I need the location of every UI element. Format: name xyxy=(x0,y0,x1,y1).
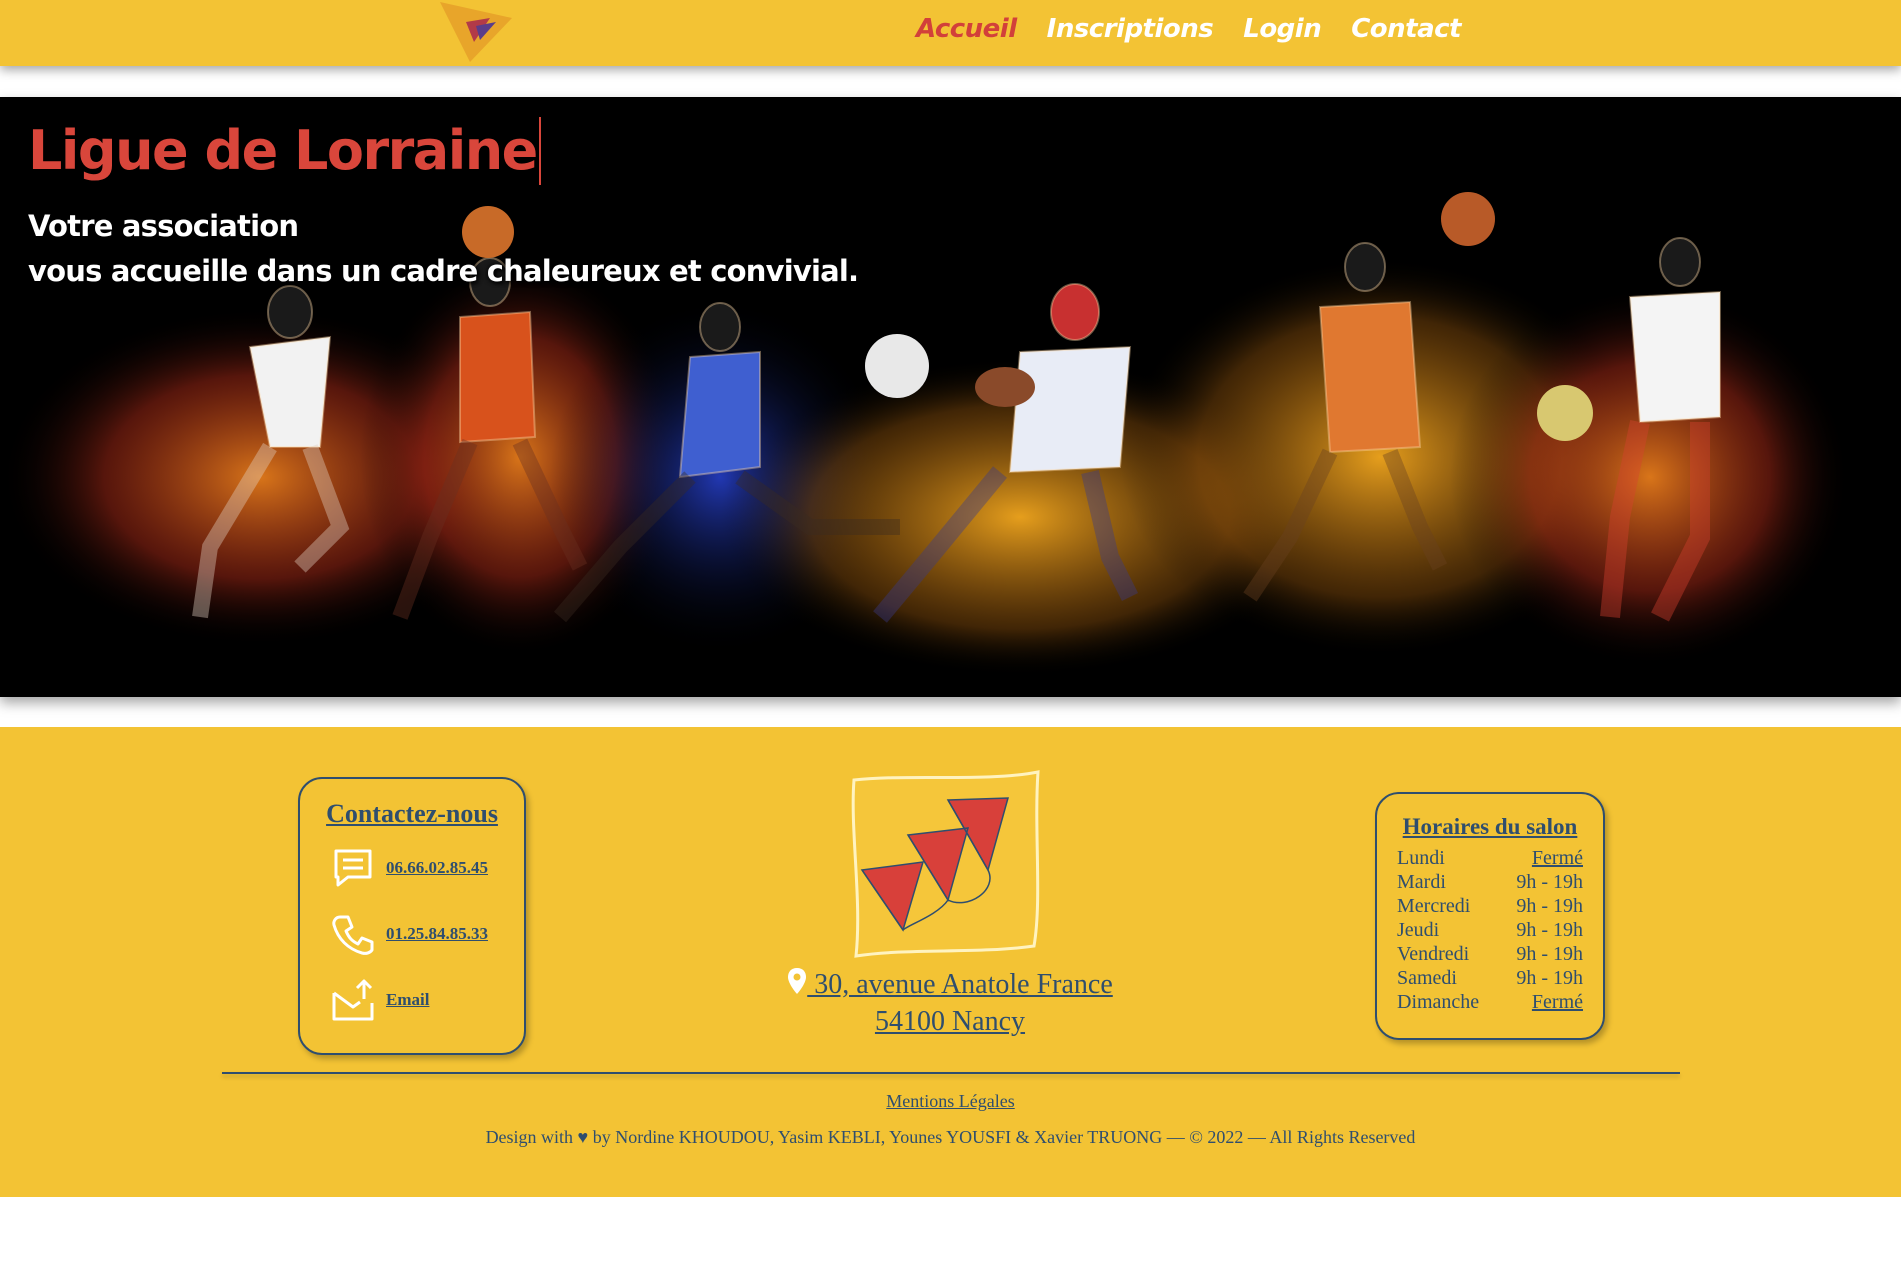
hero-title: Ligue de Lorraine xyxy=(28,117,541,185)
phone-icon xyxy=(332,915,374,955)
phone-landline-link[interactable]: 01.25.84.85.33 xyxy=(386,924,488,944)
address-line2[interactable]: 54100 Nancy xyxy=(650,1006,1250,1038)
nav-login[interactable]: Login xyxy=(1243,14,1321,44)
message-icon xyxy=(334,849,372,887)
email-send-icon xyxy=(332,979,374,1021)
footer-credits: Design with ♥ by Nordine KHOUDOU, Yasim … xyxy=(485,1127,1416,1147)
table-row: Vendredi 9h - 19h xyxy=(1397,942,1583,966)
contact-row-mobile: 06.66.02.85.45 xyxy=(330,845,488,891)
day-cell: Jeudi xyxy=(1397,919,1440,941)
table-row: Mardi 9h - 19h xyxy=(1397,870,1583,894)
time-cell: Fermé xyxy=(1531,991,1583,1013)
location-pin-icon xyxy=(788,968,807,994)
time-cell: 9h - 19h xyxy=(1516,967,1583,989)
time-cell: Fermé xyxy=(1531,847,1583,869)
contact-row-email: Email xyxy=(330,977,429,1023)
hero-subtitle-line1: Votre association xyxy=(28,209,299,243)
table-row: Dimanche Fermé xyxy=(1397,990,1583,1014)
time-cell: 9h - 19h xyxy=(1516,871,1583,893)
table-row: Lundi Fermé xyxy=(1397,846,1583,870)
email-link[interactable]: Email xyxy=(386,990,429,1010)
hours-title: Horaires du salon xyxy=(1402,814,1578,839)
table-row: Mercredi 9h - 19h xyxy=(1397,894,1583,918)
day-cell: Vendredi xyxy=(1397,943,1470,965)
contact-row-landline: 01.25.84.85.33 xyxy=(330,911,488,957)
hero-background-image xyxy=(0,97,1901,697)
day-cell: Samedi xyxy=(1397,967,1457,989)
time-cell: 9h - 19h xyxy=(1516,895,1583,917)
league-logo xyxy=(851,770,1040,958)
top-navbar: Accueil Inscriptions Login Contact xyxy=(0,0,1901,66)
day-cell: Mardi xyxy=(1397,871,1446,893)
day-cell: Mercredi xyxy=(1397,895,1471,917)
address-street: 30, avenue Anatole France xyxy=(807,969,1113,1000)
day-cell: Lundi xyxy=(1397,847,1445,869)
opening-hours-card: Horaires du salon Lundi Fermé Mardi 9h - 1… xyxy=(1375,792,1605,1040)
nav-contact[interactable]: Contact xyxy=(1351,14,1461,44)
contact-card: Contactez-nous 06.66.02.85.45 01.25.84.8… xyxy=(298,777,526,1055)
hours-table: Lundi Fermé Mardi 9h - 19h Mercredi 9h - 19… xyxy=(1397,846,1583,1014)
address-line1[interactable]: 30, avenue Anatole France xyxy=(650,967,1250,1001)
table-row: Samedi 9h - 19h xyxy=(1397,966,1583,990)
hero-subtitle-line2: vous accueille dans un cadre chaleureux … xyxy=(28,254,859,288)
phone-mobile-link[interactable]: 06.66.02.85.45 xyxy=(386,858,488,878)
contact-title: Contactez-nous xyxy=(326,799,498,828)
footer-divider xyxy=(222,1072,1680,1074)
nav-inscriptions[interactable]: Inscriptions xyxy=(1047,14,1214,44)
nav-accueil[interactable]: Accueil xyxy=(916,14,1017,44)
table-row: Jeudi 9h - 19h xyxy=(1397,918,1583,942)
hero-banner: Ligue de Lorraine Votre association vous… xyxy=(0,97,1901,697)
site-footer: Contactez-nous 06.66.02.85.45 01.25.84.8… xyxy=(0,727,1901,1197)
logo-icon[interactable] xyxy=(440,0,516,62)
legal-notice-link[interactable]: Mentions Légales xyxy=(0,1091,1901,1112)
day-cell: Dimanche xyxy=(1397,991,1480,1013)
time-cell: 9h - 19h xyxy=(1516,943,1583,965)
time-cell: 9h - 19h xyxy=(1516,919,1583,941)
main-nav: Accueil Inscriptions Login Contact xyxy=(916,14,1461,44)
